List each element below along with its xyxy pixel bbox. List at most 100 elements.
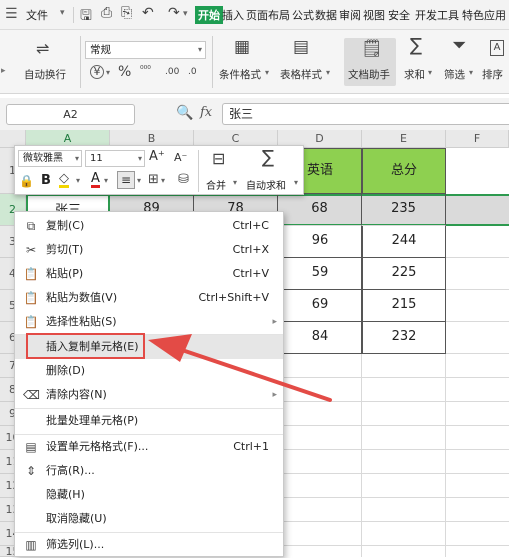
grow-font-icon[interactable]: A⁺ xyxy=(149,149,165,164)
chevron-down-icon[interactable]: ▾ xyxy=(326,68,330,77)
sort-icon[interactable]: A xyxy=(490,40,504,56)
chevron-down-icon[interactable]: ▾ xyxy=(265,68,269,77)
align-icon[interactable]: ≡ xyxy=(117,171,135,189)
table-style-label[interactable]: 表格样式 xyxy=(280,67,322,82)
wrap-text-icon[interactable]: ⇌ xyxy=(36,41,49,57)
sort-label[interactable]: 排序 xyxy=(482,67,503,82)
print-preview-icon[interactable]: ⎘ xyxy=(121,5,132,21)
cell-e2[interactable]: 235 xyxy=(362,194,446,226)
menu-item-format-cells[interactable]: ▤ 设置单元格格式(F)... Ctrl+1 xyxy=(15,435,283,459)
font-color-icon[interactable]: A xyxy=(91,172,100,188)
print-icon[interactable]: ⎙ xyxy=(101,5,112,21)
menu-file[interactable]: 文件 xyxy=(26,7,48,23)
chevron-down-icon[interactable]: ▾ xyxy=(294,178,298,187)
autosum-icon[interactable]: ∑ xyxy=(262,147,274,168)
chevron-down-icon[interactable]: ▾ xyxy=(106,68,110,77)
chevron-down-icon[interactable]: ▾ xyxy=(469,68,473,77)
filter-label[interactable]: 筛选 xyxy=(444,67,465,82)
table-style-icon[interactable]: ▤ xyxy=(293,39,309,56)
autosum-label[interactable]: 自动求和 xyxy=(246,177,286,192)
sum-icon[interactable]: ∑ xyxy=(410,37,422,55)
increase-decimal-icon[interactable]: .0 xyxy=(188,65,197,79)
cell-d3[interactable]: 96 xyxy=(278,226,362,258)
menu-item-cut[interactable]: ✂ 剪切(T) Ctrl+X xyxy=(15,238,283,262)
font-name-combo[interactable]: 微软雅黑 ▾ xyxy=(18,150,82,167)
undo-icon[interactable]: ↶ xyxy=(142,5,154,21)
menu-item-hide[interactable]: 隐藏(H) xyxy=(15,483,283,507)
tab-review[interactable]: 审阅 xyxy=(339,7,361,23)
format-cells-icon: ▤ xyxy=(25,440,37,454)
number-format-value: 常规 xyxy=(90,44,111,56)
currency-icon[interactable]: ¥ xyxy=(90,65,104,79)
chevron-down-icon[interactable]: ▾ xyxy=(233,178,237,187)
sum-label[interactable]: 求和 xyxy=(404,67,425,82)
cell-e3[interactable]: 244 xyxy=(362,226,446,258)
redo-icon[interactable]: ↷ xyxy=(168,5,180,21)
tab-data[interactable]: 数据 xyxy=(315,7,337,23)
tab-page-layout[interactable]: 页面布局 xyxy=(246,7,290,23)
conditional-format-icon[interactable]: ▦ xyxy=(234,39,250,56)
thousands-icon[interactable]: ⁰⁰⁰ xyxy=(140,63,151,77)
zoom-icon[interactable]: 🔍 xyxy=(176,105,193,121)
chevron-down-icon[interactable]: ▾ xyxy=(104,176,108,185)
chevron-down-icon[interactable]: ▾ xyxy=(183,9,188,19)
menu-item-filter-column[interactable]: ▥ 筛选列(L)... xyxy=(15,533,283,557)
save-icon[interactable]: 🖫 xyxy=(80,5,92,29)
merge-cells-icon[interactable]: ⊟ xyxy=(212,149,225,168)
font-size-combo[interactable]: 11 ▾ xyxy=(85,150,145,167)
percent-icon[interactable]: % xyxy=(118,65,131,79)
format-painter-icon[interactable]: ⛁ xyxy=(178,172,189,187)
cell-e6[interactable]: 232 xyxy=(362,322,446,354)
doc-helper-icon: 🗒 xyxy=(361,39,383,59)
ribbon-collapse-icon[interactable]: ▸ xyxy=(1,66,6,76)
filter-icon[interactable]: ⏷ xyxy=(452,37,466,55)
chevron-down-icon[interactable]: ▾ xyxy=(161,176,165,185)
menu-item-paste-values[interactable]: 📋 粘贴为数值(V) Ctrl+Shift+V xyxy=(15,286,283,310)
wrap-text-label[interactable]: 自动换行 xyxy=(24,67,66,82)
shrink-font-icon[interactable]: A⁻ xyxy=(174,151,187,164)
annotation-arrow xyxy=(148,334,332,402)
merge-label[interactable]: 合并 xyxy=(206,177,226,192)
chevron-down-icon[interactable]: ▾ xyxy=(76,176,80,185)
cell-d2[interactable]: 68 xyxy=(278,194,362,226)
tab-formulas[interactable]: 公式 xyxy=(292,7,314,23)
tab-featured[interactable]: 特色应用 xyxy=(462,7,506,23)
menu-icon[interactable]: ☰ xyxy=(5,6,18,22)
menu-item-row-height[interactable]: ⇕ 行高(R)... xyxy=(15,459,283,483)
lock-icon[interactable]: 🔒 xyxy=(19,174,34,188)
borders-icon[interactable]: ⊞ xyxy=(148,172,159,187)
chevron-down-icon[interactable]: ▾ xyxy=(60,8,65,18)
cell-e1[interactable]: 总分 xyxy=(362,148,446,194)
cell-d5[interactable]: 69 xyxy=(278,290,362,322)
font-name-value: 微软雅黑 xyxy=(23,153,63,164)
paste-special-icon: 📋 xyxy=(23,315,39,329)
menu-item-unhide[interactable]: 取消隐藏(U) xyxy=(15,507,283,531)
menu-item-batch-process[interactable]: 批量处理单元格(P) xyxy=(15,409,283,433)
chevron-down-icon: ▾ xyxy=(137,154,142,163)
menu-item-paste[interactable]: 📋 粘贴(P) Ctrl+V xyxy=(15,262,283,286)
chevron-down-icon[interactable]: ▾ xyxy=(428,68,432,77)
cell-e4[interactable]: 225 xyxy=(362,258,446,290)
tab-security[interactable]: 安全 xyxy=(388,7,410,23)
tab-developer[interactable]: 开发工具 xyxy=(415,7,459,23)
highlight-box xyxy=(26,333,145,359)
tab-insert[interactable]: 插入 xyxy=(222,7,244,23)
cell-d4[interactable]: 59 xyxy=(278,258,362,290)
chevron-down-icon: ▾ xyxy=(74,154,79,163)
conditional-format-label[interactable]: 条件格式 xyxy=(219,67,261,82)
decrease-decimal-icon[interactable]: .00 xyxy=(165,65,179,79)
formula-input[interactable]: 张三 xyxy=(222,103,509,125)
chevron-down-icon[interactable]: ▾ xyxy=(137,176,141,185)
column-header-e[interactable]: E xyxy=(362,130,446,148)
formula-bar: A2 🔍 fx 张三 xyxy=(0,98,509,130)
cell-e5[interactable]: 215 xyxy=(362,290,446,322)
name-box[interactable]: A2 xyxy=(6,104,135,125)
tab-view[interactable]: 视图 xyxy=(363,7,385,23)
bold-icon[interactable]: B xyxy=(41,173,51,188)
column-header-f[interactable]: F xyxy=(446,130,509,148)
menu-item-copy[interactable]: ⧉ 复制(C) Ctrl+C xyxy=(15,214,283,238)
tab-home[interactable]: 开始 xyxy=(195,6,223,24)
fill-color-icon[interactable]: ◇ xyxy=(59,172,69,188)
number-format-combo[interactable]: 常规 ▾ xyxy=(85,41,206,59)
fx-icon[interactable]: fx xyxy=(200,105,212,120)
